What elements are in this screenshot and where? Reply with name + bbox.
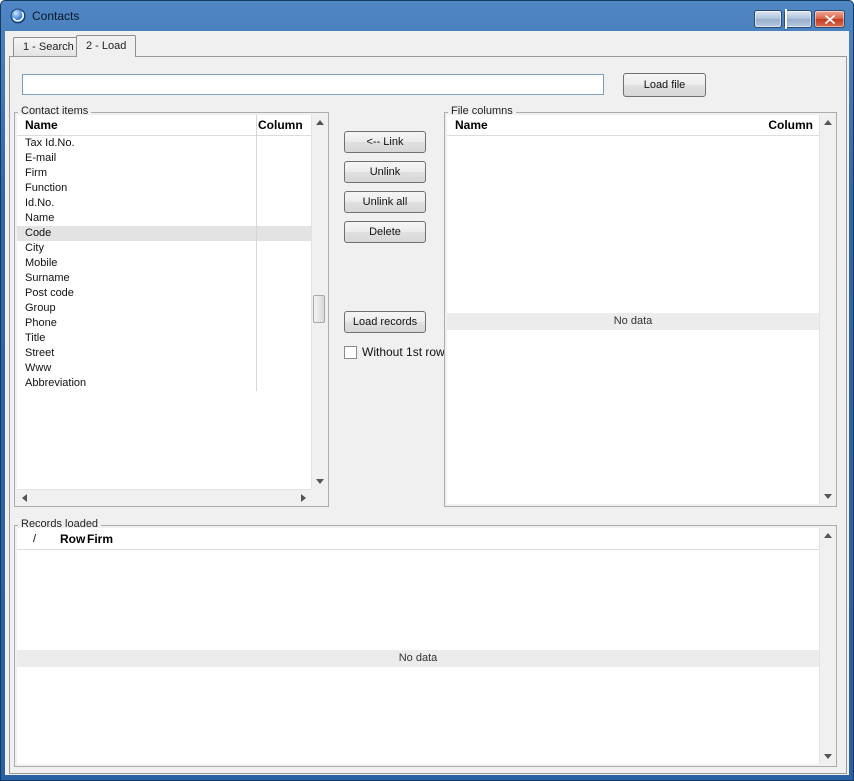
list-item[interactable]: Post code (17, 286, 311, 301)
tab-search[interactable]: 1 - Search (13, 37, 84, 57)
list-item[interactable]: Title (17, 331, 311, 346)
scroll-left-button[interactable] (17, 490, 32, 504)
load-tab-panel: Load file Contact items Name Column Tax … (9, 56, 847, 774)
file-columns-list: Name Column No data (447, 115, 834, 504)
records-loaded-list: / Row Firm No data (17, 528, 834, 764)
list-item[interactable]: Id.No. (17, 196, 311, 211)
list-item[interactable]: Abbreviation (17, 376, 311, 391)
contact-items-group: Contact items Name Column Tax Id.No. E-ma… (14, 105, 329, 507)
scroll-up-icon (823, 120, 832, 125)
scroll-left-icon (22, 493, 27, 502)
minimize-button[interactable] (754, 10, 782, 28)
column-divider (256, 115, 257, 391)
file-columns-empty-text: No data (447, 313, 819, 330)
list-item[interactable]: Name (17, 211, 311, 226)
list-item[interactable]: Code (17, 226, 311, 241)
list-item[interactable]: Firm (17, 166, 311, 181)
list-item[interactable]: Surname (17, 271, 311, 286)
unlink-button[interactable]: Unlink (344, 161, 426, 183)
scroll-up-button[interactable] (820, 528, 834, 543)
maximize-button[interactable] (784, 9, 812, 29)
scrollbar-corner (311, 489, 326, 504)
records-loaded-vscrollbar[interactable] (819, 528, 834, 764)
file-columns-vscrollbar[interactable] (819, 115, 834, 504)
column-header-column[interactable]: Column (768, 115, 813, 136)
contacts-window: Contacts 1 - Search 2 - Load Load file C… (0, 0, 854, 781)
column-header-firm[interactable]: Firm (87, 528, 113, 549)
records-loaded-empty-text: No data (17, 650, 819, 667)
list-item[interactable]: Mobile (17, 256, 311, 271)
close-icon (824, 15, 835, 24)
list-item[interactable]: Phone (17, 316, 311, 331)
close-button[interactable] (814, 10, 845, 28)
scroll-down-icon (823, 754, 832, 759)
scroll-up-icon (315, 120, 324, 125)
records-loaded-group: Records loaded / Row Firm No data (14, 518, 837, 767)
list-item[interactable]: Street (17, 346, 311, 361)
file-path-input[interactable] (22, 74, 604, 95)
scroll-down-button[interactable] (312, 474, 326, 489)
without-first-row-label[interactable]: Without 1st row (362, 345, 449, 359)
list-item[interactable]: Function (17, 181, 311, 196)
contact-items-list: Name Column Tax Id.No. E-mail Firm Function… (17, 115, 326, 504)
titlebar: Contacts (1, 1, 853, 31)
records-loaded-header: / Row Firm (17, 528, 819, 550)
file-columns-header: Name Column (447, 115, 819, 136)
list-item[interactable]: E-mail (17, 151, 311, 166)
unlink-all-button[interactable]: Unlink all (344, 191, 426, 213)
link-button[interactable]: <-- Link (344, 131, 426, 153)
without-first-row-checkbox[interactable] (344, 346, 357, 359)
maximize-icon (785, 9, 787, 29)
contact-items-hscrollbar[interactable] (17, 489, 311, 504)
file-columns-group: File columns Name Column No data (444, 105, 837, 507)
client-area: 1 - Search 2 - Load Load file Contact it… (5, 31, 849, 775)
column-header-name[interactable]: Name (25, 115, 58, 136)
scroll-down-icon (315, 479, 324, 484)
app-icon[interactable] (10, 8, 26, 24)
contact-items-header: Name Column (17, 115, 311, 136)
scroll-up-button[interactable] (820, 115, 834, 130)
scroll-up-icon (823, 533, 832, 538)
contact-items-rows: Tax Id.No. E-mail Firm Function Id.No. Name Co… (17, 136, 311, 489)
scroll-right-icon (301, 493, 306, 502)
list-item[interactable]: Www (17, 361, 311, 376)
scroll-down-icon (823, 494, 832, 499)
scroll-down-button[interactable] (820, 489, 834, 504)
load-records-button[interactable]: Load records (344, 311, 426, 333)
list-item[interactable]: Tax Id.No. (17, 136, 311, 151)
tab-load[interactable]: 2 - Load (76, 35, 137, 57)
scroll-down-button[interactable] (820, 749, 834, 764)
load-file-button[interactable]: Load file (623, 73, 706, 97)
window-title: Contacts (32, 9, 80, 23)
scroll-right-button[interactable] (296, 490, 311, 504)
caption-buttons (754, 9, 845, 29)
delete-button[interactable]: Delete (344, 221, 426, 243)
list-item[interactable]: Group (17, 301, 311, 316)
list-item[interactable]: City (17, 241, 311, 256)
column-header-row[interactable]: Row (60, 528, 85, 549)
scrollbar-thumb[interactable] (313, 295, 325, 323)
column-header-link[interactable]: / (33, 528, 36, 549)
scroll-up-button[interactable] (312, 115, 326, 130)
contact-items-vscrollbar[interactable] (311, 115, 326, 489)
column-header-name[interactable]: Name (455, 115, 488, 136)
column-header-column[interactable]: Column (258, 115, 303, 136)
